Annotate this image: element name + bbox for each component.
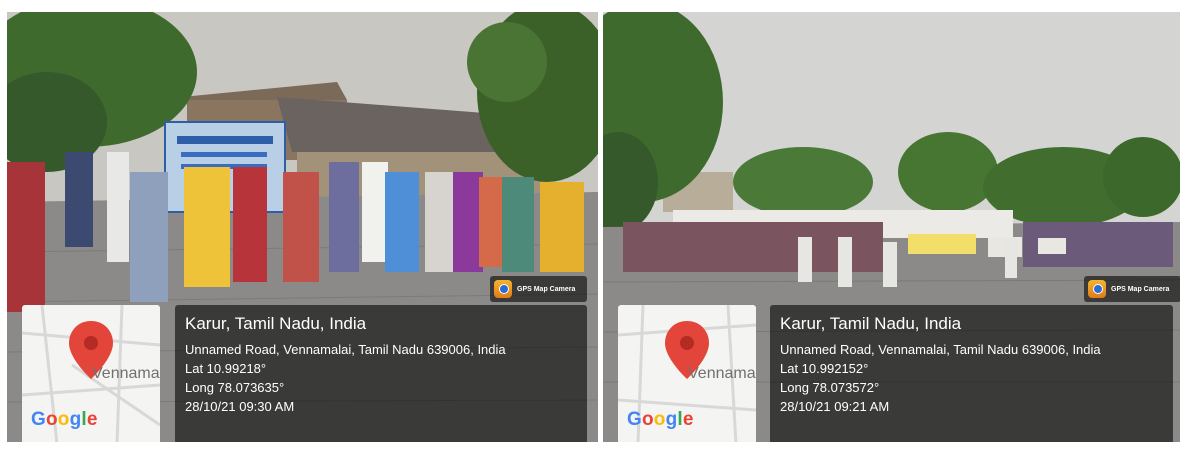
gps-camera-icon	[1088, 280, 1106, 298]
photo-right: GPS Map Camera Vennamalai Google Karur, …	[603, 12, 1180, 442]
badge-label: GPS Map Camera	[1111, 285, 1170, 293]
google-logo: Google	[31, 409, 98, 430]
map-thumbnail[interactable]: Vennamalai Google	[618, 305, 756, 442]
google-logo: Google	[627, 409, 694, 430]
gps-map-camera-badge: GPS Map Camera	[1084, 276, 1180, 302]
address-line: Unnamed Road, Vennamalai, Tamil Nadu 639…	[185, 342, 506, 357]
photo-left: GPS Map Camera Vennamalai Google Karur, …	[7, 12, 598, 442]
map-thumbnail[interactable]: Vennamalai Google	[22, 305, 160, 442]
gps-camera-icon	[494, 280, 512, 298]
datetime-line: 28/10/21 09:30 AM	[185, 399, 295, 414]
longitude-line: Long 78.073572°	[780, 380, 880, 395]
location-title: Karur, Tamil Nadu, India	[780, 314, 962, 333]
address-line: Unnamed Road, Vennamalai, Tamil Nadu 639…	[780, 342, 1101, 357]
map-place-label: Vennamalai	[688, 365, 756, 382]
longitude-line: Long 78.073635°	[185, 380, 285, 395]
datetime-line: 28/10/21 09:21 AM	[780, 399, 890, 414]
location-info-panel: Karur, Tamil Nadu, India Unnamed Road, V…	[175, 305, 587, 442]
map-place-label: Vennamalai	[92, 365, 160, 382]
latitude-line: Lat 10.99218°	[185, 361, 267, 376]
badge-label: GPS Map Camera	[517, 285, 576, 293]
location-info-panel: Karur, Tamil Nadu, India Unnamed Road, V…	[770, 305, 1173, 442]
gps-map-camera-badge: GPS Map Camera	[490, 276, 587, 302]
latitude-line: Lat 10.992152°	[780, 361, 869, 376]
location-title: Karur, Tamil Nadu, India	[185, 314, 367, 333]
